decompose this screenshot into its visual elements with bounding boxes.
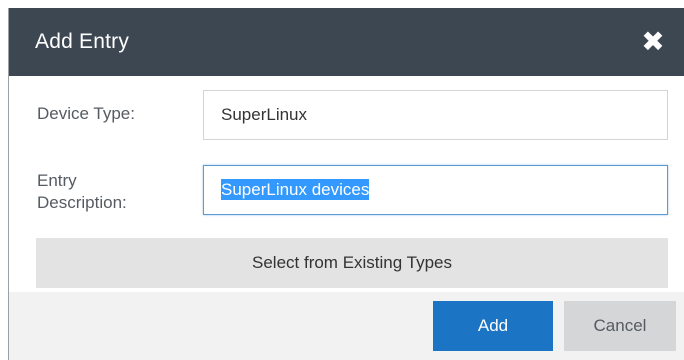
- dialog-title: Add Entry: [35, 30, 130, 53]
- entry-description-label: Entry Description:: [37, 170, 187, 214]
- close-icon[interactable]: ✖: [639, 28, 667, 56]
- entry-description-value: SuperLinux devices: [221, 179, 370, 200]
- dialog-body: Device Type: SuperLinux Entry Descriptio…: [9, 76, 684, 292]
- cancel-button[interactable]: Cancel: [564, 301, 676, 351]
- entry-description-label-line2: Description:: [37, 193, 127, 212]
- entry-description-input[interactable]: SuperLinux devices: [203, 165, 668, 215]
- add-entry-dialog: Add Entry ✖ Device Type: SuperLinux Entr…: [8, 8, 684, 360]
- device-type-input[interactable]: SuperLinux: [203, 90, 668, 140]
- device-type-value: SuperLinux: [221, 105, 308, 124]
- device-type-label: Device Type:: [37, 104, 135, 123]
- dialog-footer: Add Cancel: [9, 292, 684, 360]
- dialog-title-bar: Add Entry ✖: [9, 8, 684, 76]
- select-existing-types-button[interactable]: Select from Existing Types: [36, 238, 668, 288]
- add-button[interactable]: Add: [433, 301, 553, 351]
- entry-description-label-line1: Entry: [37, 171, 77, 190]
